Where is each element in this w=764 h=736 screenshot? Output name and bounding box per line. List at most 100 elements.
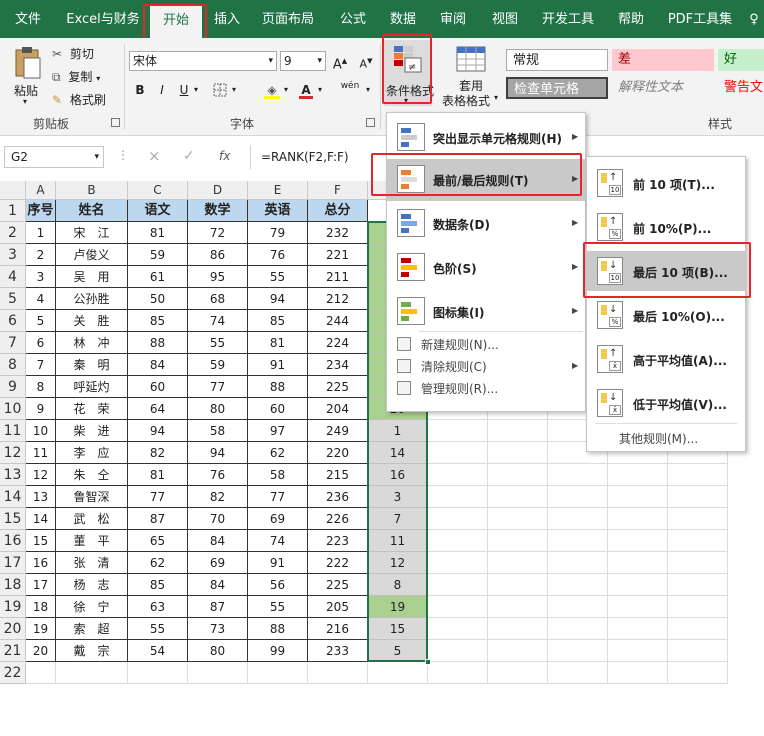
table-cell[interactable]: 79: [248, 222, 308, 244]
menu-icon-sets[interactable]: 图标集(I) ▶: [387, 291, 585, 333]
table-cell[interactable]: 225: [308, 376, 368, 398]
grid-cell[interactable]: [668, 530, 728, 552]
table-cell[interactable]: 5: [26, 310, 56, 332]
tab-2[interactable]: 开始: [150, 5, 202, 38]
grid-cell[interactable]: [428, 618, 488, 640]
table-cell[interactable]: 4: [26, 288, 56, 310]
table-cell[interactable]: 58: [248, 464, 308, 486]
fill-color-dropdown-icon[interactable]: ▾: [280, 80, 292, 100]
grid-cell[interactable]: [668, 640, 728, 662]
table-cell[interactable]: 17: [26, 574, 56, 596]
table-cell[interactable]: 69: [188, 552, 248, 574]
table-cell[interactable]: 232: [308, 222, 368, 244]
tab-10[interactable]: 帮助: [614, 0, 648, 38]
table-cell[interactable]: 76: [248, 244, 308, 266]
row-header-2[interactable]: 2: [0, 222, 26, 244]
format-as-table-button[interactable]: 套用 表格格式 ▾: [438, 42, 504, 108]
phonetic-dropdown-icon[interactable]: ▾: [362, 80, 374, 100]
table-cell[interactable]: 216: [308, 618, 368, 640]
tab-5[interactable]: 公式: [336, 0, 370, 38]
table-cell[interactable]: 204: [308, 398, 368, 420]
grid-cell[interactable]: [548, 486, 608, 508]
row-header-4[interactable]: 4: [0, 266, 26, 288]
table-cell[interactable]: 84: [128, 354, 188, 376]
grid-cell[interactable]: [608, 574, 668, 596]
rank-cell[interactable]: 11: [368, 530, 428, 552]
grid-cell[interactable]: [488, 618, 548, 640]
table-cell[interactable]: 85: [128, 310, 188, 332]
table-cell[interactable]: 88: [248, 376, 308, 398]
table-cell[interactable]: 朱 仝: [56, 464, 128, 486]
table-cell[interactable]: 索 超: [56, 618, 128, 640]
row-header-5[interactable]: 5: [0, 288, 26, 310]
grid-cell[interactable]: [128, 662, 188, 684]
tab-3[interactable]: 插入: [208, 0, 246, 38]
grid-cell[interactable]: [548, 508, 608, 530]
row-header-13[interactable]: 13: [0, 464, 26, 486]
table-cell[interactable]: 212: [308, 288, 368, 310]
row-header-17[interactable]: 17: [0, 552, 26, 574]
rank-cell[interactable]: 19: [368, 596, 428, 618]
grid-cell[interactable]: [548, 574, 608, 596]
table-cell[interactable]: 秦 明: [56, 354, 128, 376]
submenu-top-10-percent[interactable]: ↑% 前 10%(P)...: [587, 207, 745, 247]
grid-cell[interactable]: [608, 596, 668, 618]
fill-handle[interactable]: [425, 659, 431, 665]
borders-dropdown-icon[interactable]: ▾: [228, 80, 240, 100]
table-cell[interactable]: 97: [248, 420, 308, 442]
grid-cell[interactable]: [668, 464, 728, 486]
table-cell[interactable]: 62: [128, 552, 188, 574]
row-header-19[interactable]: 19: [0, 596, 26, 618]
grid-cell[interactable]: [488, 662, 548, 684]
row-header-11[interactable]: 11: [0, 420, 26, 442]
table-cell[interactable]: 武 松: [56, 508, 128, 530]
submenu-more-rules[interactable]: 其他规则(M)...: [587, 427, 745, 449]
header-cell[interactable]: 英语: [248, 200, 308, 222]
grid-cell[interactable]: [608, 552, 668, 574]
table-cell[interactable]: 81: [248, 332, 308, 354]
grid-cell[interactable]: [548, 552, 608, 574]
grow-font-button[interactable]: A▲: [330, 51, 350, 72]
table-cell[interactable]: 94: [248, 288, 308, 310]
table-cell[interactable]: 11: [26, 442, 56, 464]
grid-cell[interactable]: [668, 574, 728, 596]
table-cell[interactable]: 68: [188, 288, 248, 310]
grid-cell[interactable]: [488, 640, 548, 662]
grid-cell[interactable]: [668, 618, 728, 640]
grid-cell[interactable]: [488, 464, 548, 486]
row-header-6[interactable]: 6: [0, 310, 26, 332]
font-size-combo[interactable]: 9 ▾: [280, 51, 326, 71]
grid-cell[interactable]: [608, 640, 668, 662]
table-cell[interactable]: 59: [188, 354, 248, 376]
column-header-E[interactable]: E: [248, 181, 308, 200]
table-cell[interactable]: 233: [308, 640, 368, 662]
table-cell[interactable]: 99: [248, 640, 308, 662]
tab-7[interactable]: 审阅: [436, 0, 470, 38]
grid-cell[interactable]: [488, 596, 548, 618]
cut-button[interactable]: ✂ 剪切: [52, 45, 94, 62]
grid-cell[interactable]: [548, 464, 608, 486]
table-cell[interactable]: 91: [248, 552, 308, 574]
rank-cell[interactable]: 7: [368, 508, 428, 530]
italic-button[interactable]: I: [152, 80, 172, 100]
rank-cell[interactable]: 15: [368, 618, 428, 640]
table-cell[interactable]: 16: [26, 552, 56, 574]
table-cell[interactable]: 87: [188, 596, 248, 618]
table-cell[interactable]: 杨 志: [56, 574, 128, 596]
table-cell[interactable]: 9: [26, 398, 56, 420]
tab-11[interactable]: PDF工具集: [666, 0, 734, 38]
table-cell[interactable]: 84: [188, 574, 248, 596]
style-normal[interactable]: 常规: [506, 49, 608, 71]
paste-button[interactable]: 粘贴 ▾: [6, 42, 50, 108]
table-cell[interactable]: 7: [26, 354, 56, 376]
rank-cell[interactable]: 12: [368, 552, 428, 574]
grid-cell[interactable]: [248, 662, 308, 684]
table-cell[interactable]: 82: [188, 486, 248, 508]
table-cell[interactable]: 88: [248, 618, 308, 640]
grid-cell[interactable]: [548, 640, 608, 662]
row-header-12[interactable]: 12: [0, 442, 26, 464]
table-cell[interactable]: 84: [188, 530, 248, 552]
font-color-icon[interactable]: A: [296, 80, 316, 100]
grid-cell[interactable]: [548, 596, 608, 618]
table-cell[interactable]: 59: [128, 244, 188, 266]
